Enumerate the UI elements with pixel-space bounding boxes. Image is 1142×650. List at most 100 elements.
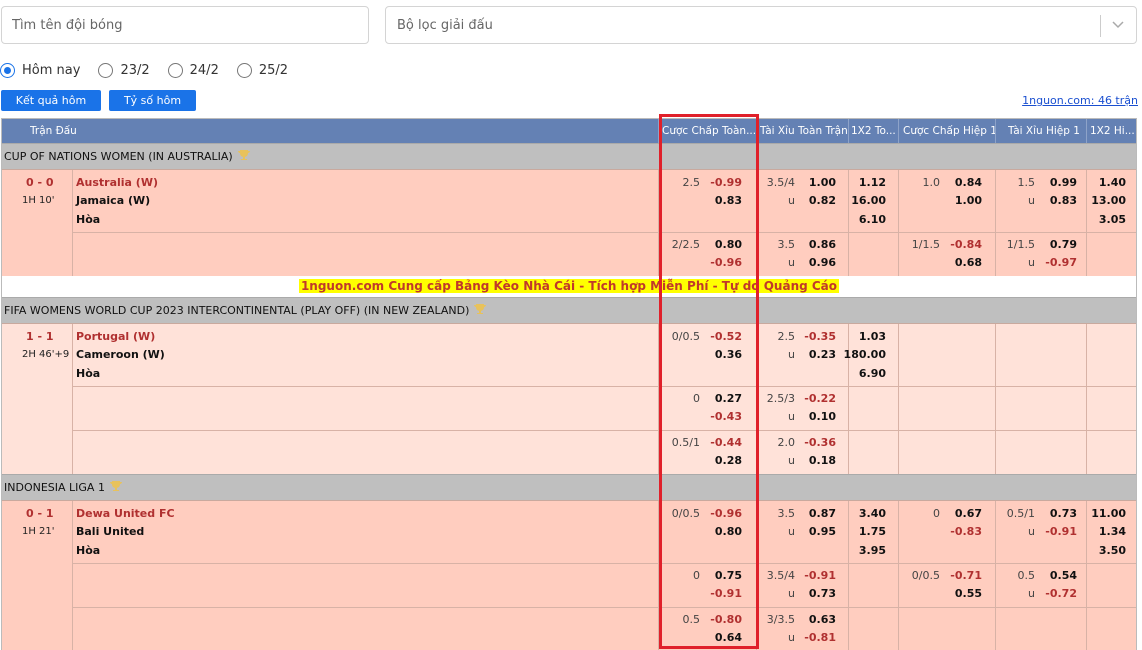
date-option-today[interactable]: Hôm nay xyxy=(0,62,81,78)
odds-hou-o[interactable]: 0.73 xyxy=(1050,507,1077,520)
odds-ou-u[interactable]: 0.82 xyxy=(809,194,836,207)
match-block: 1 - 1 2H 46'+9 Portugal (W) Cameroon (W) Hòa… xyxy=(2,323,1136,474)
odds-xd[interactable]: 6.90 xyxy=(859,367,886,380)
odds-ou-u[interactable]: 0.18 xyxy=(809,454,836,467)
home-team[interactable]: Portugal (W) xyxy=(76,330,155,343)
league-header: FIFA WOMENS WORLD CUP 2023 INTERCONTINEN… xyxy=(2,297,1136,323)
col-1x2-h1[interactable]: 1X2 Hi... xyxy=(1090,125,1135,137)
home-team[interactable]: Dewa United FC xyxy=(76,507,175,520)
col-1x2-full[interactable]: 1X2 To... xyxy=(851,125,899,137)
odds-ou-o[interactable]: 0.86 xyxy=(809,238,836,251)
odds-h1-a[interactable]: -0.83 xyxy=(950,525,982,538)
odds-hu: u xyxy=(1028,194,1035,207)
away-team[interactable]: Bali United xyxy=(76,525,144,538)
odds-hou: 1/1.5 xyxy=(1006,238,1035,251)
odds-hou-o[interactable]: 0.54 xyxy=(1050,569,1077,582)
odds-x1[interactable]: 1.03 xyxy=(859,330,886,343)
odds-hou-u[interactable]: -0.72 xyxy=(1045,587,1077,600)
match-count-link[interactable]: 1nguon.com: 46 trận xyxy=(1022,94,1138,107)
odds-ou-u[interactable]: 0.73 xyxy=(809,587,836,600)
odds-ou-o[interactable]: -0.22 xyxy=(804,392,836,405)
odds-ou-o[interactable]: 1.00 xyxy=(809,176,836,189)
odds-table: Trận Đấu Cược Chấp Toàn... Tài Xỉu Toàn … xyxy=(1,118,1137,650)
filter-bar: Bộ lọc giải đấu xyxy=(0,6,1142,44)
radio-icon[interactable] xyxy=(98,62,114,78)
odds-u: u xyxy=(788,587,795,600)
odds-hou-o[interactable]: 0.99 xyxy=(1050,176,1077,189)
radio-icon[interactable] xyxy=(167,62,183,78)
away-team[interactable]: Jamaica (W) xyxy=(76,194,150,207)
odds-ou-u[interactable]: -0.81 xyxy=(804,631,836,644)
match-score: 0 - 1 xyxy=(26,507,54,520)
date-option-25-2[interactable]: 25/2 xyxy=(236,62,288,78)
away-team[interactable]: Cameroon (W) xyxy=(76,348,165,361)
draw-label: Hòa xyxy=(76,213,101,226)
odds-hou-u[interactable]: -0.97 xyxy=(1045,256,1077,269)
league-name: CUP OF NATIONS WOMEN (IN AUSTRALIA) xyxy=(4,150,233,163)
home-team[interactable]: Australia (W) xyxy=(76,176,158,189)
odds-ou: 2.5/3 xyxy=(766,392,795,405)
match-block: 0 - 0 1H 10' Australia (W) Jamaica (W) Hòa 2.… xyxy=(2,169,1136,276)
odds-h1-h[interactable]: -0.84 xyxy=(950,238,982,251)
odds-ou-o[interactable]: 0.63 xyxy=(809,613,836,626)
league-header: INDONESIA LIGA 1 xyxy=(2,474,1136,500)
col-ou-full[interactable]: Tài Xỉu Toàn Trận xyxy=(760,125,848,137)
odds-ou-o[interactable]: -0.91 xyxy=(804,569,836,582)
odds-ou-o[interactable]: -0.36 xyxy=(804,436,836,449)
odds-hu: u xyxy=(1028,525,1035,538)
odds-xd[interactable]: 6.10 xyxy=(859,213,886,226)
col-handicap-h1[interactable]: Cược Chấp Hiệp 1 xyxy=(903,125,997,137)
odds-hou-u[interactable]: -0.91 xyxy=(1045,525,1077,538)
odds-xd[interactable]: 3.95 xyxy=(859,544,886,557)
odds-x2[interactable]: 16.00 xyxy=(851,194,886,207)
today-scores-button[interactable]: Tỷ số hôm nay xyxy=(109,90,196,128)
draw-label: Hòa xyxy=(76,367,101,380)
odds-h1-h[interactable]: 0.67 xyxy=(955,507,982,520)
col-match: Trận Đấu xyxy=(30,125,77,137)
odds-hou: 1.5 xyxy=(1017,176,1036,189)
odds-hou-u[interactable]: 0.83 xyxy=(1050,194,1077,207)
trophy-icon xyxy=(237,150,250,160)
odds-x2[interactable]: 180.00 xyxy=(844,348,886,361)
odds-ou-u[interactable]: 0.23 xyxy=(809,348,836,361)
date-option-23-2[interactable]: 23/2 xyxy=(98,62,150,78)
odds-hxd[interactable]: 3.50 xyxy=(1099,544,1126,557)
odds-ou-u[interactable]: 0.95 xyxy=(809,525,836,538)
odds-u: u xyxy=(788,410,795,423)
odds-h1-a[interactable]: 0.68 xyxy=(955,256,982,269)
odds-x1[interactable]: 3.40 xyxy=(859,507,886,520)
odds-h1-a[interactable]: 0.55 xyxy=(955,587,982,600)
league-name: FIFA WOMENS WORLD CUP 2023 INTERCONTINEN… xyxy=(4,304,470,317)
odds-u: u xyxy=(788,348,795,361)
odds-ou-o[interactable]: 0.87 xyxy=(809,507,836,520)
league-filter-select[interactable]: Bộ lọc giải đấu xyxy=(385,6,1137,44)
radio-icon[interactable] xyxy=(236,62,252,78)
match-score: 0 - 0 xyxy=(26,176,54,189)
date-selector: Hôm nay 23/2 24/2 25/2 xyxy=(0,60,306,80)
odds-ou-o[interactable]: -0.35 xyxy=(804,330,836,343)
odds-h1: 0/0.5 xyxy=(911,569,940,582)
odds-ou-u[interactable]: 0.96 xyxy=(809,256,836,269)
col-ou-h1[interactable]: Tài Xỉu Hiệp 1 xyxy=(1008,125,1080,137)
radio-selected-icon[interactable] xyxy=(0,62,15,78)
odds-hx2[interactable]: 1.34 xyxy=(1099,525,1126,538)
date-label: 23/2 xyxy=(120,62,150,78)
odds-hx1[interactable]: 11.00 xyxy=(1091,507,1126,520)
odds-h1-h[interactable]: -0.71 xyxy=(950,569,982,582)
date-option-24-2[interactable]: 24/2 xyxy=(167,62,219,78)
team-search-input[interactable] xyxy=(1,6,369,44)
today-results-button[interactable]: Kết quả hôm nay xyxy=(1,90,101,128)
ad-banner[interactable]: 1nguon.com Cung cấp Bảng Kèo Nhà Cái - T… xyxy=(2,276,1136,297)
chevron-down-icon[interactable] xyxy=(1110,16,1126,32)
date-label: Hôm nay xyxy=(22,62,81,78)
odds-hx1[interactable]: 1.40 xyxy=(1099,176,1126,189)
odds-ou-u[interactable]: 0.10 xyxy=(809,410,836,423)
odds-x1[interactable]: 1.12 xyxy=(859,176,886,189)
odds-u: u xyxy=(788,631,795,644)
odds-hx2[interactable]: 13.00 xyxy=(1091,194,1126,207)
odds-x2[interactable]: 1.75 xyxy=(859,525,886,538)
odds-hxd[interactable]: 3.05 xyxy=(1099,213,1126,226)
odds-h1-h[interactable]: 0.84 xyxy=(955,176,982,189)
odds-hou-o[interactable]: 0.79 xyxy=(1050,238,1077,251)
odds-h1-a[interactable]: 1.00 xyxy=(955,194,982,207)
